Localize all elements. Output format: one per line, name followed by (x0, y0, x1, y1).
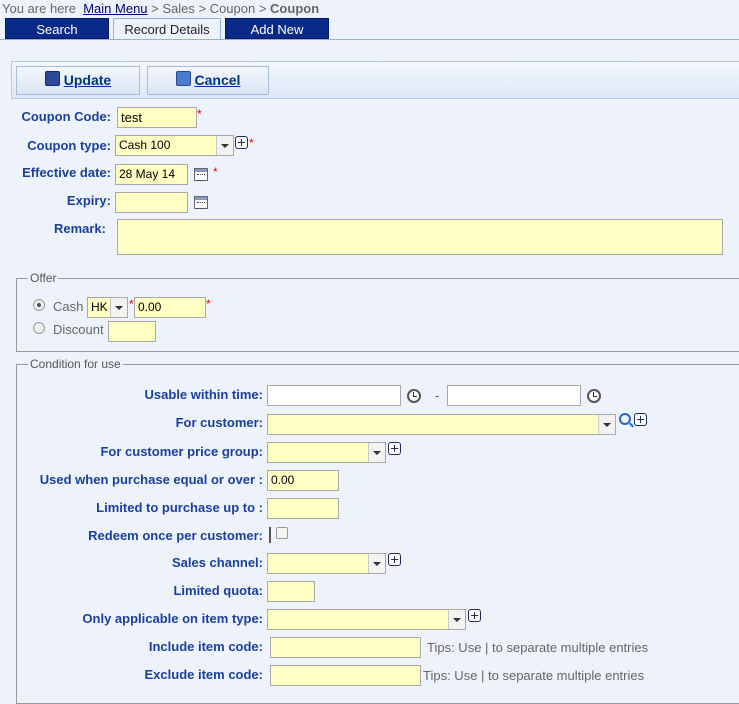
include-code-input[interactable] (270, 637, 421, 658)
item-type-label: Only applicable on item type: (82, 611, 263, 626)
add-sales-channel-icon[interactable] (388, 553, 401, 566)
chevron-down-icon (598, 415, 615, 434)
cash-label: Cash (53, 299, 84, 314)
include-tip: Tips: Use | to separate multiple entries (427, 640, 649, 655)
cancel-icon (175, 71, 191, 86)
tab-search[interactable]: Search (5, 18, 109, 39)
time-from-input[interactable] (267, 385, 401, 406)
exclude-code-input[interactable] (270, 665, 421, 686)
clock-icon[interactable] (407, 389, 421, 403)
purchase-over-label: Used when purchase equal or over : (39, 472, 263, 487)
customer-select[interactable] (267, 414, 616, 435)
required-mark: * (206, 297, 211, 311)
exclude-code-label: Exclude item code: (144, 667, 263, 682)
breadcrumb-path: > Sales > Coupon > (147, 1, 271, 16)
purchase-over-input[interactable]: 0.00 (267, 470, 339, 491)
tab-add-new[interactable]: Add New (225, 18, 329, 39)
currency-value: HK (91, 300, 108, 314)
customer-label: For customer: (175, 415, 263, 430)
redeem-once-checkbox[interactable] (276, 527, 288, 539)
main-menu-link[interactable]: Main Menu (83, 1, 147, 16)
add-item-type-icon[interactable] (468, 609, 481, 622)
item-type-select[interactable] (267, 609, 466, 630)
update-label: Update (63, 72, 112, 88)
required-mark: * (129, 297, 134, 311)
expiry-label: Expiry: (66, 193, 111, 208)
cash-radio[interactable] (33, 299, 45, 311)
coupon-type-select[interactable]: Cash 100 (115, 135, 234, 156)
chevron-down-icon (216, 136, 233, 155)
discount-input[interactable] (108, 321, 156, 342)
time-to-input[interactable] (447, 385, 581, 406)
chevron-down-icon (448, 610, 465, 629)
breadcrumb-prefix: You are here (2, 1, 76, 16)
purchase-limit-label: Limited to purchase up to : (96, 500, 263, 515)
redeem-once-label: Redeem once per customer: (88, 528, 263, 543)
sales-channel-label: Sales channel: (171, 555, 263, 570)
quota-label: Limited quota: (173, 583, 263, 598)
cancel-label: Cancel (194, 72, 241, 88)
add-customer-icon[interactable] (634, 413, 647, 426)
clock-icon[interactable] (587, 389, 601, 403)
required-mark: * (249, 136, 254, 150)
discount-radio[interactable] (33, 322, 45, 334)
search-icon[interactable] (619, 413, 631, 425)
coupon-code-label: Coupon Code: (21, 109, 111, 124)
effective-date-input[interactable]: 28 May 14 (115, 164, 188, 185)
chevron-down-icon (368, 443, 385, 462)
price-group-label: For customer price group: (100, 444, 263, 459)
cancel-button[interactable]: Cancel (147, 66, 269, 95)
price-group-select[interactable] (267, 442, 386, 463)
sales-channel-select[interactable] (267, 553, 386, 574)
required-mark: * (213, 165, 218, 179)
chevron-down-icon (110, 298, 127, 317)
include-code-label: Include item code: (148, 639, 263, 654)
calendar-icon[interactable] (194, 168, 208, 181)
usable-time-label: Usable within time: (144, 387, 263, 402)
exclude-tip: Tips: Use | to separate multiple entries (423, 668, 645, 683)
time-separator: - (435, 388, 440, 403)
coupon-type-label: Coupon type: (27, 138, 111, 153)
breadcrumb-current: Coupon (270, 1, 320, 16)
chevron-down-icon (368, 554, 385, 573)
coupon-type-value: Cash 100 (119, 138, 171, 152)
effective-date-label: Effective date: (22, 165, 111, 180)
update-button[interactable]: Update (16, 66, 140, 95)
required-mark: * (197, 107, 202, 121)
remark-textarea[interactable] (117, 219, 723, 255)
offer-legend: Offer (28, 271, 59, 285)
tab-divider (0, 39, 739, 40)
condition-legend: Condition for use (28, 357, 123, 371)
add-price-group-icon[interactable] (388, 442, 401, 455)
cash-amount-input[interactable]: 0.00 (134, 297, 206, 318)
expiry-input[interactable] (115, 192, 188, 213)
calendar-icon[interactable] (194, 196, 208, 209)
discount-label: Discount (53, 322, 104, 337)
add-coupon-type-icon[interactable] (235, 136, 248, 149)
breadcrumb: You are here Main Menu > Sales > Coupon … (2, 1, 319, 16)
remark-label: Remark: (53, 221, 106, 236)
coupon-code-input[interactable]: test (117, 107, 197, 128)
purchase-limit-input[interactable] (267, 498, 339, 519)
field-marker (269, 527, 271, 543)
tab-record-details[interactable]: Record Details (113, 18, 221, 39)
currency-select[interactable]: HK (87, 297, 128, 318)
quota-input[interactable] (267, 581, 315, 602)
save-icon (44, 71, 60, 86)
